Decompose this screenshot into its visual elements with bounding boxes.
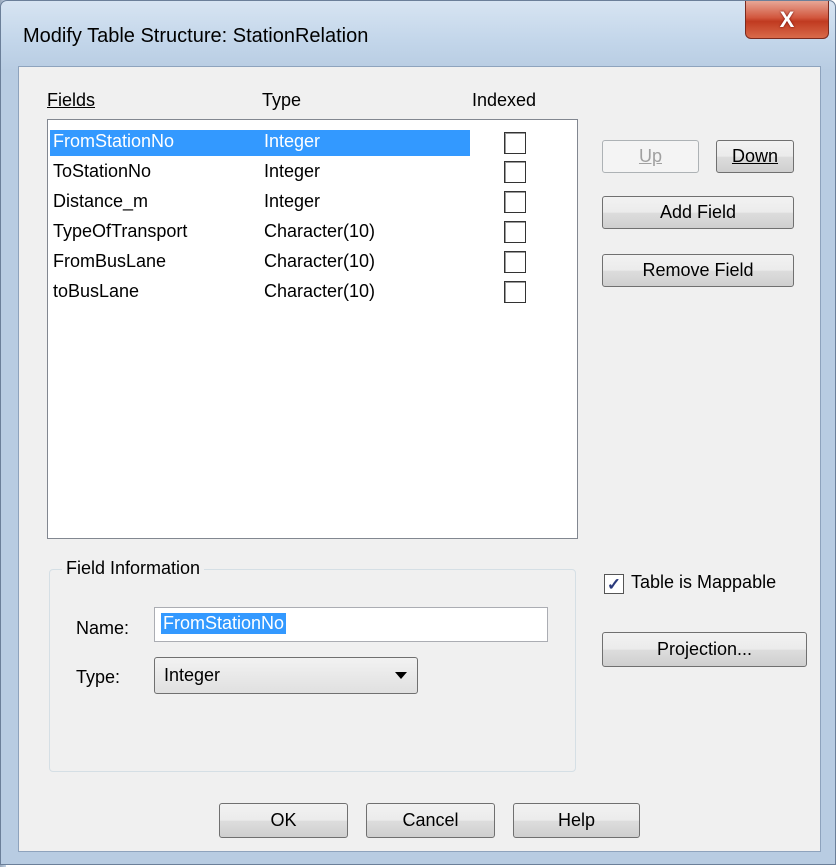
field-name-input[interactable]: FromStationNo xyxy=(154,607,548,642)
field-name-value: FromStationNo xyxy=(161,613,287,634)
cancel-button-label: Cancel xyxy=(402,810,459,830)
type-label: Type: xyxy=(76,667,121,687)
projection-button-label: Projection... xyxy=(656,639,753,659)
type-column-header: Type xyxy=(262,90,302,110)
field-name: FromStationNo xyxy=(53,131,175,151)
indexed-checkbox[interactable] xyxy=(504,161,526,183)
close-icon: X xyxy=(779,6,795,32)
field-row-distance-m[interactable]: Distance_m Integer xyxy=(48,187,576,215)
table-mappable-checkbox[interactable]: ✓ xyxy=(604,574,624,594)
fields-list[interactable]: FromStationNo Integer ToStationNo Intege… xyxy=(47,119,578,539)
field-row-typeoftransport[interactable]: TypeOfTransport Character(10) xyxy=(48,217,576,245)
indexed-checkbox[interactable] xyxy=(504,281,526,303)
window-title: Modify Table Structure: StationRelation xyxy=(23,25,369,47)
field-type: Character(10) xyxy=(264,221,376,241)
add-field-button-label: Add Field xyxy=(659,202,737,222)
field-row-tobuslane[interactable]: toBusLane Character(10) xyxy=(48,277,576,305)
field-type-value: Integer xyxy=(164,665,221,685)
fields-column-header: Fields xyxy=(47,90,95,111)
down-button[interactable]: Down xyxy=(716,140,794,173)
help-button-label: Help xyxy=(557,810,596,830)
close-button[interactable]: X xyxy=(745,1,829,39)
add-field-button[interactable]: Add Field xyxy=(602,196,794,229)
fields-header-label: Fields xyxy=(47,90,96,110)
field-name: TypeOfTransport xyxy=(53,221,188,241)
indexed-checkbox[interactable] xyxy=(504,221,526,243)
field-name: ToStationNo xyxy=(53,161,152,181)
field-name: FromBusLane xyxy=(53,251,167,271)
ok-button[interactable]: OK xyxy=(219,803,348,838)
name-label: Name: xyxy=(76,618,130,638)
remove-field-button-label: Remove Field xyxy=(642,260,754,280)
field-type: Character(10) xyxy=(264,281,376,301)
field-name: toBusLane xyxy=(53,281,140,301)
ok-button-label: OK xyxy=(270,810,297,830)
field-row-tostationno[interactable]: ToStationNo Integer xyxy=(48,157,576,185)
indexed-checkbox[interactable] xyxy=(504,132,526,154)
remove-field-button[interactable]: Remove Field xyxy=(602,254,794,287)
field-name: Distance_m xyxy=(53,191,149,211)
up-button-label: Up xyxy=(638,146,662,166)
up-button[interactable]: Up xyxy=(602,140,699,173)
indexed-column-header: Indexed xyxy=(472,90,537,110)
help-button[interactable]: Help xyxy=(513,803,640,838)
field-row-fromstationno[interactable]: FromStationNo Integer xyxy=(48,127,576,156)
field-type: Character(10) xyxy=(264,251,376,271)
down-button-label: Down xyxy=(731,146,779,166)
table-mappable-label: Table is Mappable xyxy=(631,572,777,592)
chevron-down-icon xyxy=(395,672,407,679)
cancel-button[interactable]: Cancel xyxy=(366,803,495,838)
indexed-checkbox[interactable] xyxy=(504,251,526,273)
field-information-legend: Field Information xyxy=(62,558,205,579)
field-type-select[interactable]: Integer xyxy=(154,657,418,694)
projection-button[interactable]: Projection... xyxy=(602,632,807,667)
field-row-frombuslane[interactable]: FromBusLane Character(10) xyxy=(48,247,576,275)
checkmark-icon: ✓ xyxy=(606,574,622,594)
field-type: Integer xyxy=(264,131,321,151)
field-type: Integer xyxy=(264,161,321,181)
indexed-checkbox[interactable] xyxy=(504,191,526,213)
field-type: Integer xyxy=(264,191,321,211)
